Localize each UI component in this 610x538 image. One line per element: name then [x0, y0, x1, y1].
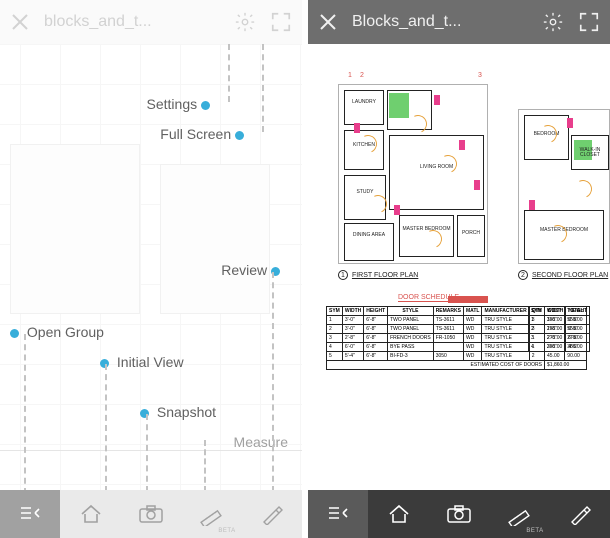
right-topbar: Blocks_and_t...	[308, 0, 610, 44]
snapshot-button[interactable]	[429, 490, 489, 538]
callout-open-group: Open Group	[27, 324, 104, 340]
right-bottombar: BETA	[308, 490, 610, 538]
axis-label: 3	[478, 72, 482, 79]
initial-view-button[interactable]	[368, 490, 428, 538]
first-floor-plan: LAUNDRY KITCHEN LIVING ROOM STUDY DINING…	[338, 84, 488, 264]
callout-settings: Settings	[147, 96, 198, 112]
title-bar-icon	[448, 296, 488, 303]
close-icon[interactable]	[318, 12, 338, 32]
guide-line	[262, 44, 264, 132]
room-label: PORCH	[459, 231, 483, 236]
guide-line	[272, 272, 274, 490]
callout-review: Review	[221, 262, 267, 278]
left-bottombar: BETA	[0, 490, 302, 538]
guide-line	[204, 440, 206, 490]
guide-line	[105, 364, 107, 490]
fullscreen-icon[interactable]	[270, 11, 292, 33]
beta-badge: BETA	[218, 528, 235, 534]
axis-label: 2	[360, 72, 364, 79]
measure-button[interactable]: BETA	[181, 490, 241, 538]
fullscreen-icon[interactable]	[578, 11, 600, 33]
guide-line	[146, 414, 148, 490]
right-title: Blocks_and_t...	[352, 13, 461, 31]
review-button[interactable]	[242, 490, 302, 538]
right-canvas[interactable]: 1 2 3 LAUNDRY KITCHEN LIVING ROOM STUDY …	[308, 44, 610, 490]
dot-icon	[235, 131, 244, 140]
dot-icon	[201, 101, 210, 110]
initial-view-button[interactable]	[60, 490, 120, 538]
guide-line	[24, 334, 26, 490]
open-group-button[interactable]	[308, 490, 368, 538]
snapshot-button[interactable]	[121, 490, 181, 538]
review-button[interactable]	[550, 490, 610, 538]
guide-line	[228, 44, 230, 102]
left-title: blocks_and_t...	[44, 13, 152, 31]
beta-badge: BETA	[526, 528, 543, 534]
callout-initial-view: Initial View	[117, 354, 184, 370]
left-canvas[interactable]: Settings Full Screen Review Open Group	[0, 44, 302, 490]
room-label: DINING AREA	[347, 233, 391, 238]
dot-icon	[10, 329, 19, 338]
plan-title: 1 FIRST FLOOR PLAN	[338, 270, 418, 280]
axis-label: 1	[348, 72, 352, 79]
room-label: WALK-IN CLOSET	[573, 148, 607, 158]
divider	[0, 450, 302, 451]
callout-fullscreen: Full Screen	[160, 126, 231, 142]
plan-title: 2 SECOND FLOOR PLAN	[518, 270, 608, 280]
second-floor-plan: BEDROOM WALK-IN CLOSET MASTER BEDROOM	[518, 109, 610, 264]
settings-gear-icon[interactable]	[234, 11, 256, 33]
room-label: LAUNDRY	[347, 100, 381, 105]
circle-number-icon: 2	[518, 270, 528, 280]
open-group-button[interactable]	[0, 490, 60, 538]
close-icon[interactable]	[10, 12, 30, 32]
circle-number-icon: 1	[338, 270, 348, 280]
callout-measure: Measure	[234, 434, 288, 450]
callout-snapshot: Snapshot	[157, 404, 216, 420]
secondary-table: SYMWIDTHHEIGHT 13'-0"6'-8"22'-8"6'-8"32'…	[528, 306, 590, 352]
settings-gear-icon[interactable]	[542, 11, 564, 33]
left-topbar: blocks_and_t...	[0, 0, 302, 44]
measure-button[interactable]: BETA	[489, 490, 549, 538]
